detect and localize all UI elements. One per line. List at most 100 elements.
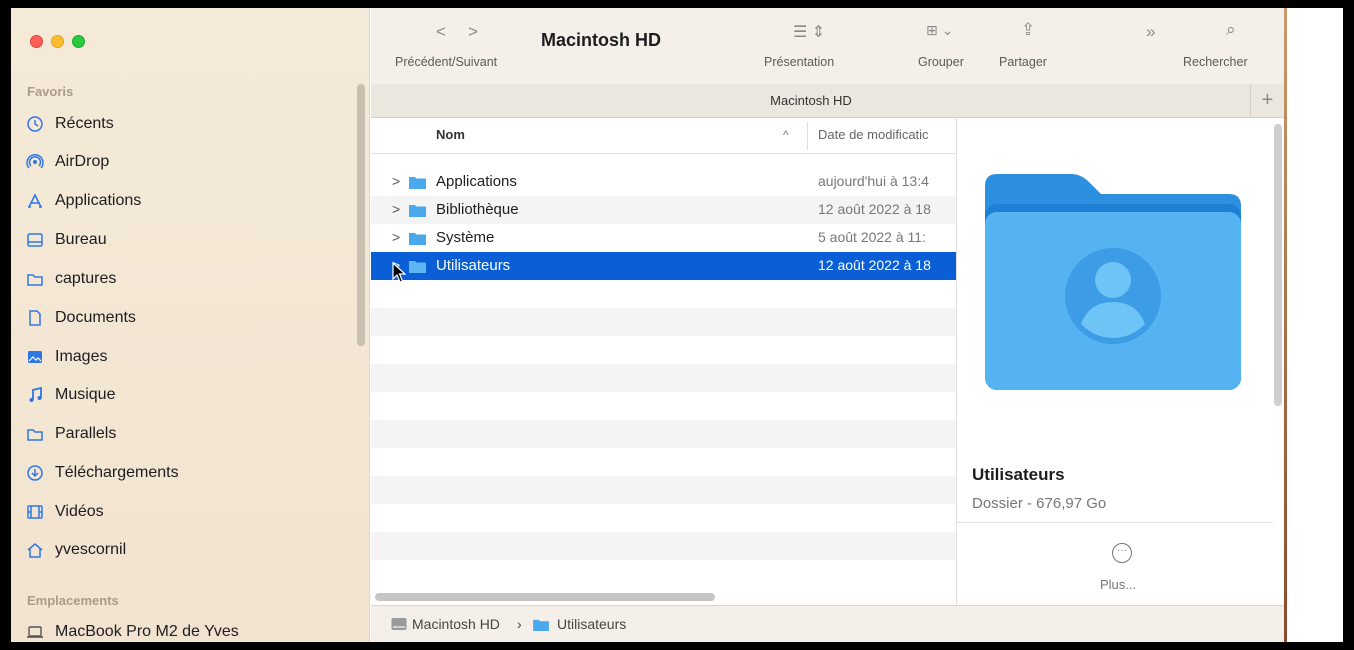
folder-icon	[25, 424, 45, 444]
empty-row	[371, 532, 956, 560]
sidebar-item-videos[interactable]: Vidéos	[25, 498, 345, 526]
desktop-icon	[25, 230, 45, 250]
airdrop-icon	[25, 152, 45, 172]
file-name: Utilisateurs	[436, 257, 511, 274]
preview-info: Dossier - 676,97 Go	[972, 495, 1107, 512]
sidebar-item-documents[interactable]: Documents	[25, 304, 345, 332]
share-icon[interactable]: ⇪	[1021, 20, 1035, 40]
disclosure-chevron-icon[interactable]: >	[392, 201, 400, 217]
empty-row	[371, 364, 956, 392]
sidebar-section-locations: Emplacements	[27, 593, 119, 608]
tab-bar: Macintosh HD +	[371, 84, 1284, 118]
hard-drive-icon	[391, 618, 407, 630]
search-icon[interactable]: ⌕	[1226, 20, 1236, 40]
sidebar-item-label: Récents	[55, 115, 114, 132]
sidebar-item-musique[interactable]: Musique	[25, 381, 345, 409]
applications-icon	[25, 191, 45, 211]
path-separator-chevron-icon: ›	[517, 616, 522, 632]
preview-title: Utilisateurs	[972, 465, 1065, 484]
folder-icon	[25, 269, 45, 289]
group-label[interactable]: Grouper	[918, 55, 964, 69]
file-name: Bibliothèque	[436, 201, 519, 218]
empty-row	[371, 476, 956, 504]
sidebar: Favoris Récents AirDrop Applications Bur…	[11, 8, 370, 642]
divider	[957, 522, 1273, 523]
share-label[interactable]: Partager	[999, 55, 1047, 69]
sidebar-item-label: Images	[55, 348, 108, 365]
folder-icon	[409, 205, 426, 217]
sidebar-item-applications[interactable]: Applications	[25, 187, 345, 215]
window-title: Macintosh HD	[541, 30, 662, 50]
preview-scrollbar[interactable]	[1274, 124, 1282, 406]
folder-icon	[409, 177, 426, 189]
sidebar-item-captures[interactable]: captures	[25, 265, 345, 293]
file-name: Système	[436, 229, 495, 246]
users-folder-icon	[985, 174, 1241, 390]
sidebar-scrollbar[interactable]	[357, 84, 365, 346]
list-view-icon[interactable]: ☰ ⇕	[793, 22, 825, 42]
sidebar-item-telechargements[interactable]: Téléchargements	[25, 459, 345, 487]
sidebar-item-label: Vidéos	[55, 503, 104, 520]
sidebar-item-label: Téléchargements	[55, 464, 179, 481]
more-ellipsis-icon[interactable]: ···	[1112, 543, 1132, 563]
sidebar-item-images[interactable]: Images	[25, 343, 345, 371]
folder-icon	[409, 233, 426, 245]
film-icon	[25, 502, 45, 522]
column-date-header[interactable]: Date de modificatic	[818, 127, 929, 142]
more-button-label[interactable]: Plus...	[1100, 577, 1136, 592]
new-tab-button[interactable]: +	[1250, 84, 1284, 118]
sidebar-item-label: yvescornil	[55, 541, 127, 558]
tab-macintosh-hd[interactable]: Macintosh HD	[371, 93, 1251, 108]
empty-row	[371, 336, 956, 364]
folder-icon	[409, 261, 426, 273]
column-name-header[interactable]: Nom	[436, 127, 465, 142]
finder-window: Favoris Récents AirDrop Applications Bur…	[11, 8, 1284, 642]
sidebar-item-airdrop[interactable]: AirDrop	[25, 148, 345, 176]
file-date: 12 août 2022 à 18	[818, 257, 931, 273]
file-date: 12 août 2022 à 18	[818, 201, 931, 217]
group-icon[interactable]: ⊞ ⌄	[926, 22, 953, 39]
sidebar-item-bureau[interactable]: Bureau	[25, 226, 345, 254]
sort-ascending-icon[interactable]: ^	[783, 128, 789, 142]
path-bar: Macintosh HD › Utilisateurs	[371, 605, 1284, 642]
toolbar: < > Précédent/Suivant Macintosh HD ☰ ⇕ P…	[371, 8, 1284, 88]
presentation-label[interactable]: Présentation	[764, 55, 834, 69]
more-toolbar-icon[interactable]: »	[1146, 22, 1155, 42]
empty-row	[371, 308, 956, 336]
preview-pane: Utilisateurs Dossier - 676,97 Go ··· Plu…	[956, 118, 1284, 605]
path-segment-macintosh-hd[interactable]: Macintosh HD	[412, 616, 500, 632]
path-segment-utilisateurs[interactable]: Utilisateurs	[557, 616, 626, 632]
disclosure-chevron-icon[interactable]: >	[392, 173, 400, 189]
list-item[interactable]: > Système 5 août 2022 à 11:	[371, 224, 956, 252]
clock-icon	[25, 114, 45, 134]
sidebar-item-label: Applications	[55, 192, 142, 209]
list-item[interactable]: > Bibliothèque 12 août 2022 à 18	[371, 196, 956, 224]
file-name: Applications	[436, 173, 517, 190]
music-icon	[25, 385, 45, 405]
list-item[interactable]: > Applications aujourd'hui à 13:4	[371, 168, 956, 196]
chevron-left-icon[interactable]: <	[436, 22, 446, 42]
home-icon	[25, 540, 45, 560]
disclosure-chevron-icon[interactable]: >	[392, 229, 400, 245]
list-item-selected[interactable]: > Utilisateurs 12 août 2022 à 18	[371, 252, 956, 280]
download-icon	[25, 463, 45, 483]
close-window-button[interactable]	[30, 35, 43, 48]
sidebar-item-recents[interactable]: Récents	[25, 110, 345, 138]
sidebar-item-label: Documents	[55, 309, 136, 326]
horizontal-scrollbar[interactable]	[375, 593, 715, 601]
sidebar-item-home[interactable]: yvescornil	[25, 536, 345, 564]
zoom-window-button[interactable]	[72, 35, 85, 48]
sidebar-item-label: MacBook Pro M2 de Yves	[55, 623, 239, 640]
minimize-window-button[interactable]	[51, 35, 64, 48]
search-label[interactable]: Rechercher	[1183, 55, 1248, 69]
sidebar-item-label: captures	[55, 270, 117, 287]
sidebar-item-macbook[interactable]: MacBook Pro M2 de Yves	[25, 618, 345, 642]
empty-row	[371, 560, 956, 588]
column-divider[interactable]	[807, 122, 808, 150]
empty-row	[371, 392, 956, 420]
mouse-cursor-icon	[392, 262, 406, 283]
chevron-right-icon[interactable]: >	[468, 22, 478, 42]
sidebar-item-parallels[interactable]: Parallels	[25, 420, 345, 448]
empty-row	[371, 280, 956, 308]
file-date: aujourd'hui à 13:4	[818, 173, 929, 189]
